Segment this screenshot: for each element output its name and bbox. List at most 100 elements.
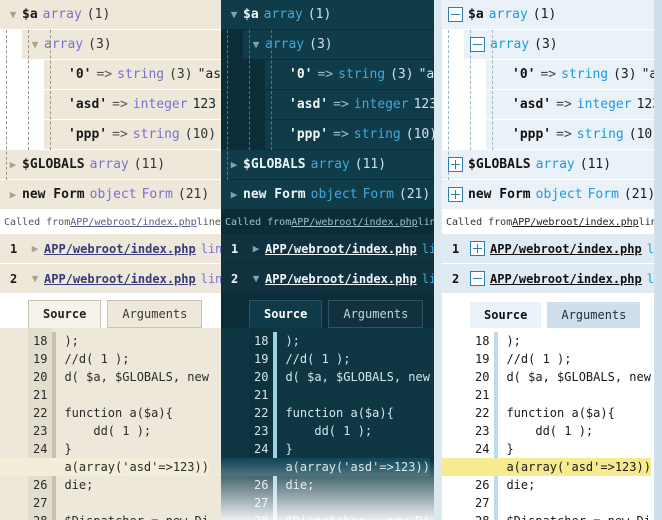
tree-row[interactable]: array (3) bbox=[22, 30, 221, 60]
caret-down-icon[interactable] bbox=[4, 9, 22, 20]
code-line-text: $Dispatcher = new Di bbox=[506, 512, 651, 520]
tree-row[interactable]: $a array (1) bbox=[442, 0, 662, 30]
code-line-number: 22 bbox=[254, 406, 269, 420]
tree-entry-key: 'ppp' bbox=[68, 127, 108, 142]
caret-right-icon[interactable] bbox=[225, 159, 243, 170]
expand-box-icon[interactable] bbox=[470, 241, 485, 256]
called-from-file-link[interactable]: APP/webroot/index.php bbox=[512, 217, 638, 228]
panel-edge-strip[interactable] bbox=[434, 0, 442, 520]
called-from-line: line 20 bbox=[196, 216, 221, 228]
code-line-number: 20 bbox=[33, 370, 48, 384]
stack-index: 1 bbox=[452, 241, 460, 256]
stack-trace-row[interactable]: 2APP/webroot/index.phplin bbox=[0, 264, 221, 294]
tree-var-name: new Form bbox=[243, 187, 306, 202]
tab-arguments[interactable]: Arguments bbox=[547, 302, 641, 328]
stack-file-link[interactable]: APP/webroot/index.php bbox=[44, 272, 196, 286]
tree-row[interactable]: new Form object Form (21) bbox=[221, 180, 442, 210]
tree-row[interactable]: array (3) bbox=[243, 30, 442, 60]
tree-row[interactable]: array (3) bbox=[464, 30, 662, 60]
caret-down-icon[interactable] bbox=[26, 39, 44, 50]
code-line-number: 24 bbox=[475, 442, 490, 456]
tree-var-type: array bbox=[89, 157, 129, 172]
tab-source[interactable]: Source bbox=[249, 300, 323, 328]
stack-file-link[interactable]: APP/webroot/index.php bbox=[44, 242, 196, 256]
stack-trace-row[interactable]: 1APP/webroot/index.phplin bbox=[0, 234, 221, 264]
tree-row[interactable]: 'asd' => integer 123 bbox=[486, 90, 662, 120]
caret-down-icon[interactable] bbox=[247, 39, 265, 50]
panel-edge-strip[interactable] bbox=[654, 0, 662, 520]
tree-var-type: array bbox=[310, 157, 350, 172]
tree-row[interactable]: $GLOBALS array (11) bbox=[442, 150, 662, 180]
expand-box-icon[interactable] bbox=[448, 157, 463, 172]
collapse-box-icon[interactable] bbox=[448, 7, 463, 22]
theme-comparison-root: $aarray(1)array(3)'0'=>string(3)"asd"'as… bbox=[0, 0, 662, 520]
tree-var-count: (1) bbox=[532, 7, 557, 22]
tree-row[interactable]: $GLOBALS array (11) bbox=[221, 150, 442, 180]
caret-right-icon[interactable] bbox=[247, 243, 265, 254]
code-line-text: //d( 1 ); bbox=[285, 352, 351, 366]
code-line-number: 18 bbox=[254, 334, 269, 348]
tree-row[interactable]: 'asd' => integer 123 bbox=[44, 90, 221, 120]
tree-row[interactable]: '0'=>string(3)"asd" bbox=[486, 60, 662, 90]
stack-file-link[interactable]: APP/webroot/index.php bbox=[490, 242, 642, 256]
tree-row[interactable]: 'ppp'=>string(10)"asda bbox=[265, 120, 442, 150]
stack-trace-row[interactable]: 1APP/webroot/index.phplin bbox=[442, 234, 662, 264]
tree-row[interactable]: '0'=>string(3)"asd" bbox=[265, 60, 442, 90]
tree-row[interactable]: '0'=>string(3)"asd" bbox=[44, 60, 221, 90]
code-line-number: 23 bbox=[33, 424, 48, 438]
stack-trace-row[interactable]: 2APP/webroot/index.phplin bbox=[442, 264, 662, 294]
stack-trace-row[interactable]: 1APP/webroot/index.phplin bbox=[221, 234, 442, 264]
code-line-number: 28 bbox=[33, 512, 47, 520]
caret-down-icon[interactable] bbox=[26, 273, 44, 284]
tree-var-type: object bbox=[310, 187, 358, 202]
called-from-file-link[interactable]: APP/webroot/index.php bbox=[70, 217, 196, 228]
tab-arguments[interactable]: Arguments bbox=[328, 300, 424, 328]
code-line-number: 23 bbox=[254, 424, 269, 438]
tree-entry-arrow: => bbox=[317, 67, 334, 82]
tree-var-count: (21) bbox=[398, 187, 431, 202]
tree-row[interactable]: $a array (1) bbox=[0, 0, 221, 30]
code-line-number: 26 bbox=[475, 478, 490, 492]
tree-row[interactable]: new Form object Form (21) bbox=[442, 180, 662, 210]
variable-tree: $aarray(1)array(3)'0'=>string(3)"asd"'as… bbox=[221, 0, 442, 210]
tree-entry-type: string bbox=[353, 127, 401, 142]
code-line-number: 26 bbox=[254, 478, 269, 492]
caret-right-icon[interactable] bbox=[26, 243, 44, 254]
code-line-text: } bbox=[64, 442, 72, 456]
stack-file-link[interactable]: APP/webroot/index.php bbox=[265, 242, 417, 256]
code-line-text: dd( 1 ); bbox=[506, 424, 594, 438]
tree-var-name: $GLOBALS bbox=[22, 157, 85, 172]
caret-right-icon[interactable] bbox=[4, 159, 22, 170]
tree-entry-size: (3) bbox=[390, 67, 414, 82]
tree-row[interactable]: $GLOBALS array (11) bbox=[0, 150, 221, 180]
code-line-number: 28 bbox=[475, 512, 489, 520]
tree-row[interactable]: 'ppp'=>string(10)"asda bbox=[44, 120, 221, 150]
code-line-number: 27 bbox=[254, 496, 269, 510]
tree-row[interactable]: new Form object Form (21) bbox=[0, 180, 221, 210]
collapse-box-icon[interactable] bbox=[470, 37, 485, 52]
tree-var-type: array bbox=[488, 7, 528, 22]
tree-row[interactable]: 'ppp'=>string(10)"asda bbox=[486, 120, 662, 150]
caret-down-icon[interactable] bbox=[225, 9, 243, 20]
caret-down-icon[interactable] bbox=[247, 273, 265, 284]
tree-row[interactable]: $a array (1) bbox=[221, 0, 442, 30]
tab-source[interactable]: Source bbox=[28, 300, 102, 328]
code-line-text: a(array('asd'=>123)) bbox=[221, 458, 430, 476]
stack-trace-row[interactable]: 2APP/webroot/index.phplin bbox=[221, 264, 442, 294]
caret-right-icon[interactable] bbox=[225, 189, 243, 200]
expand-box-icon[interactable] bbox=[448, 187, 463, 202]
tab-source[interactable]: Source bbox=[470, 302, 542, 328]
code-line-text: d( $a, $GLOBALS, new bbox=[285, 370, 430, 384]
stack-file-link[interactable]: APP/webroot/index.php bbox=[490, 272, 642, 286]
called-from-file-link[interactable]: APP/webroot/index.php bbox=[291, 217, 417, 228]
stack-file-link[interactable]: APP/webroot/index.php bbox=[265, 272, 417, 286]
tab-arguments[interactable]: Arguments bbox=[107, 300, 203, 328]
code-line-number: 20 bbox=[254, 370, 269, 384]
tree-var-count: (3) bbox=[88, 37, 112, 52]
tree-row[interactable]: 'asd' => integer 123 bbox=[265, 90, 442, 120]
tree-entry-arrow: => bbox=[112, 97, 128, 112]
stack-index: 2 bbox=[231, 271, 239, 286]
code-line-number: 19 bbox=[33, 352, 48, 366]
collapse-box-icon[interactable] bbox=[470, 271, 485, 286]
caret-right-icon[interactable] bbox=[4, 189, 22, 200]
